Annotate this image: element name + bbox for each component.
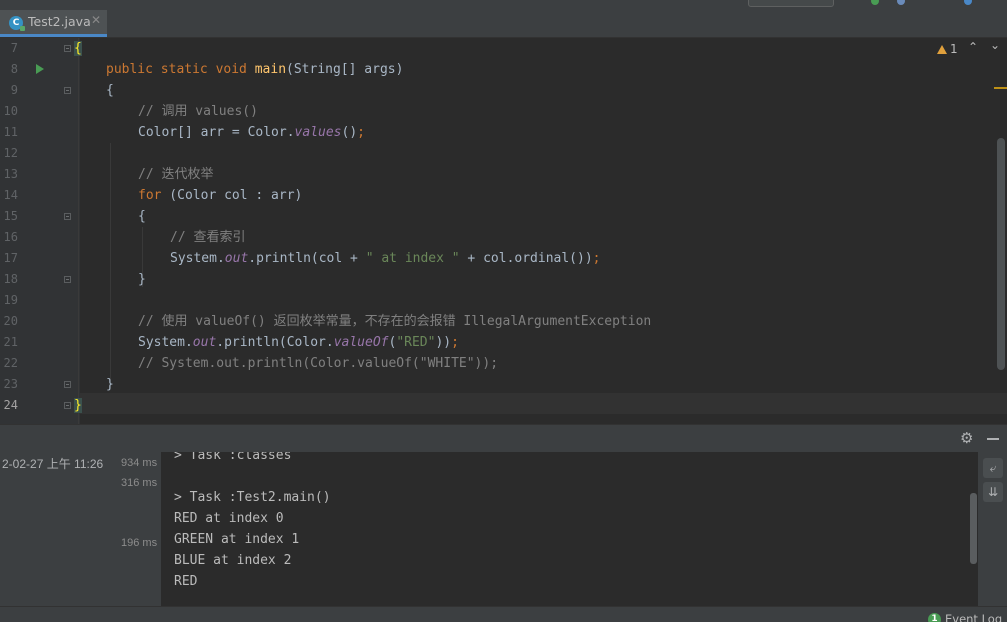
console-line: RED at index 0 bbox=[174, 511, 284, 526]
editor-tab-bar: C Test2.java ✕ bbox=[0, 10, 1007, 38]
console-line: GREEN at index 1 bbox=[174, 532, 300, 547]
code-line: { bbox=[106, 83, 114, 98]
run-main-gutter-icon[interactable] bbox=[36, 64, 44, 74]
console-scrollbar[interactable] bbox=[970, 493, 977, 564]
code-line: System.out.println(Color.valueOf("RED"))… bbox=[138, 335, 459, 350]
code-comment: // 查看索引 bbox=[170, 230, 246, 245]
editor-scrollbar[interactable] bbox=[997, 138, 1005, 370]
line-number: 14 bbox=[3, 188, 18, 202]
line-number: 16 bbox=[3, 230, 18, 244]
code-line: for (Color col : arr) bbox=[138, 188, 303, 203]
soft-wrap-icon[interactable]: ⤶ bbox=[983, 458, 1003, 478]
code-comment: // System.out.println(Color.valueOf("WHI… bbox=[138, 356, 499, 371]
line-number: 13 bbox=[3, 167, 18, 181]
line-number: 7 bbox=[10, 41, 18, 55]
status-bar: 1 Event Log bbox=[0, 606, 1007, 622]
inspection-widget[interactable]: 1 bbox=[937, 42, 958, 56]
previous-highlight-icon[interactable]: ⌃ bbox=[968, 40, 978, 54]
search-icon[interactable] bbox=[964, 0, 972, 5]
code-line: } bbox=[138, 272, 146, 287]
run-timestamp: 2-02-27 上午 11:26 bbox=[2, 457, 104, 471]
line-number: 18 bbox=[3, 272, 18, 286]
line-number: 21 bbox=[3, 335, 18, 349]
line-number: 22 bbox=[3, 356, 18, 370]
current-line-highlight bbox=[80, 393, 1007, 414]
code-line: { bbox=[74, 38, 82, 59]
gear-icon[interactable]: ⚙ bbox=[960, 429, 973, 447]
tab-filename: Test2.java bbox=[28, 14, 91, 29]
editor-tab-test2[interactable]: C Test2.java ✕ bbox=[0, 10, 107, 37]
line-number: 10 bbox=[3, 104, 18, 118]
warning-count: 1 bbox=[950, 42, 958, 56]
indent-guide bbox=[110, 143, 111, 389]
fold-marker-icon[interactable] bbox=[64, 45, 71, 52]
console-side-toolbar: ⤶ ⇊ bbox=[978, 452, 1007, 606]
code-editor[interactable]: 7 8 9 10 11 12 13 14 15 16 17 18 19 20 2… bbox=[0, 38, 1007, 424]
run-duration: 934 ms bbox=[121, 457, 158, 469]
run-duration: 316 ms bbox=[121, 477, 158, 489]
line-number: 12 bbox=[3, 146, 18, 160]
next-highlight-icon[interactable]: ⌄ bbox=[990, 38, 1000, 52]
run-duration: 196 ms bbox=[121, 537, 158, 549]
code-line: public static void main(String[] args) bbox=[106, 62, 404, 77]
fold-marker-icon[interactable] bbox=[64, 381, 71, 388]
line-number: 17 bbox=[3, 251, 18, 265]
code-line: Color[] arr = Color.values(); bbox=[138, 125, 365, 140]
console-line: BLUE at index 2 bbox=[174, 553, 292, 568]
event-log-button[interactable]: Event Log bbox=[945, 612, 1002, 622]
brace-match: { bbox=[74, 41, 82, 56]
code-line: { bbox=[138, 209, 146, 224]
fold-marker-icon[interactable] bbox=[64, 213, 71, 220]
warning-icon bbox=[937, 45, 947, 54]
run-console[interactable]: > Task :classes > Task :Test2.main() RED… bbox=[162, 452, 977, 606]
debug-icon[interactable] bbox=[897, 0, 905, 5]
line-number: 23 bbox=[3, 377, 18, 391]
event-count-badge: 1 bbox=[928, 613, 941, 622]
brace-match: } bbox=[74, 398, 82, 413]
fold-marker-icon[interactable] bbox=[64, 402, 71, 409]
editor-gutter[interactable]: 7 8 9 10 11 12 13 14 15 16 17 18 19 20 2… bbox=[0, 38, 80, 424]
line-number: 15 bbox=[3, 209, 18, 223]
code-comment: // 使用 valueOf() 返回枚举常量，不存在的会报错 IllegalAr… bbox=[138, 314, 652, 329]
console-line: RED bbox=[174, 574, 198, 589]
line-number: 20 bbox=[3, 314, 18, 328]
close-tab-icon[interactable]: ✕ bbox=[91, 13, 101, 27]
java-class-icon: C bbox=[9, 16, 25, 31]
run-configuration-selector[interactable] bbox=[748, 0, 834, 7]
code-line: System.out.println(col + " at index " + … bbox=[170, 251, 601, 266]
hide-icon[interactable] bbox=[987, 438, 999, 440]
code-line: } bbox=[74, 395, 82, 416]
console-line: > Task :Test2.main() bbox=[174, 490, 331, 505]
run-tree-panel[interactable]: 2-02-27 上午 11:26 934 ms 316 ms 196 ms bbox=[0, 452, 161, 606]
line-number: 19 bbox=[3, 293, 18, 307]
code-comment: // 调用 values() bbox=[138, 104, 258, 119]
fold-marker-icon[interactable] bbox=[64, 87, 71, 94]
line-number: 11 bbox=[3, 125, 18, 139]
code-line: } bbox=[106, 377, 114, 392]
error-stripe-mark[interactable] bbox=[994, 87, 1007, 89]
line-number: 8 bbox=[10, 62, 18, 76]
run-icon[interactable] bbox=[871, 0, 879, 5]
line-number-current: 24 bbox=[3, 398, 18, 412]
console-line: > Task :classes bbox=[174, 452, 292, 463]
scroll-to-end-icon[interactable]: ⇊ bbox=[983, 482, 1003, 502]
fold-marker-icon[interactable] bbox=[64, 276, 71, 283]
run-toolwindow-header: ⚙ bbox=[0, 424, 1007, 452]
code-comment: // 迭代枚举 bbox=[138, 167, 214, 182]
line-number: 9 bbox=[10, 83, 18, 97]
main-toolbar-edge bbox=[0, 0, 1007, 10]
